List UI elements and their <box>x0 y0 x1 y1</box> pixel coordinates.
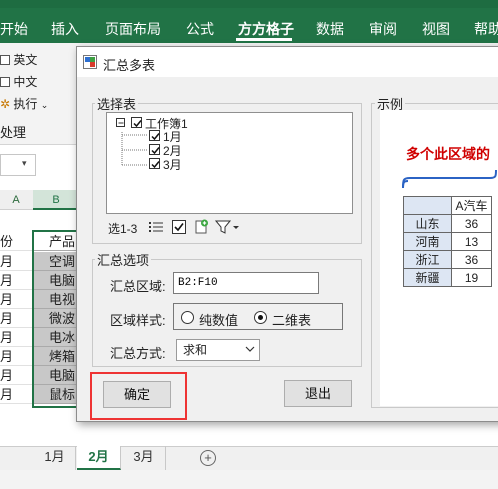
collapse-icon[interactable] <box>116 118 125 127</box>
sheet-tab-3[interactable]: 3月 <box>122 446 166 470</box>
cell[interactable]: 月 <box>0 309 32 328</box>
row-label: 新疆 <box>403 268 452 287</box>
cell[interactable]: 月 <box>0 252 32 271</box>
tab-data[interactable]: 数据 <box>316 19 344 39</box>
method-label: 汇总方式: <box>110 346 166 361</box>
cell[interactable]: 月 <box>0 347 32 366</box>
selection-count: 选1-3 <box>108 222 138 236</box>
table-row: 河南 13 <box>403 232 492 251</box>
cell[interactable]: 月 <box>0 290 32 309</box>
chinese-option[interactable]: 中文 <box>0 73 37 90</box>
filter-icon[interactable] <box>214 219 241 235</box>
table-header: A汽车 <box>451 196 492 215</box>
style-label: 区域样式: <box>110 313 166 328</box>
chevron-down-icon: ⌄ <box>40 100 49 110</box>
table-cell <box>403 196 452 215</box>
select-table-label: 选择表 <box>95 94 139 113</box>
table-row: 新疆 19 <box>403 268 492 287</box>
cell[interactable]: 月 <box>0 271 32 290</box>
preview-table: A汽车 山东 36 河南 13 浙江 36 新疆 19 <box>403 196 492 287</box>
chevron-down-icon[interactable]: ▾ <box>22 158 27 169</box>
table-cell: 19 <box>451 268 492 287</box>
radio-pure-values[interactable] <box>181 311 194 324</box>
tree-item-label[interactable]: 3月 <box>163 156 182 173</box>
app-icon <box>83 55 97 69</box>
table-cell: 13 <box>451 232 492 251</box>
sheet-tab-1[interactable]: 1月 <box>34 446 76 470</box>
highlight-box <box>90 372 187 420</box>
table-cell: 36 <box>451 250 492 269</box>
tab-page-layout[interactable]: 页面布局 <box>105 19 161 39</box>
row-label: 山东 <box>403 214 452 233</box>
row-label: 浙江 <box>403 250 452 269</box>
summary-options-label: 汇总选项 <box>95 250 152 269</box>
checkbox-icon <box>0 55 10 65</box>
title-bar <box>0 0 498 8</box>
row-label: 河南 <box>403 232 452 251</box>
cell[interactable]: 月 <box>0 366 32 385</box>
checkbox-checked-icon[interactable] <box>149 130 160 141</box>
cell[interactable]: 月 <box>0 328 32 347</box>
cell[interactable]: 份 <box>0 232 32 251</box>
radio-2d-table-label[interactable]: 二维表 <box>272 310 311 329</box>
sheet-tab-2[interactable]: 2月 <box>77 446 121 470</box>
radio-2d-table[interactable] <box>254 311 267 324</box>
table-row: 山东 36 <box>403 214 492 233</box>
preview-caption: 多个此区域的 <box>406 146 490 162</box>
sheet-tree[interactable]: 工作簿1 1月 2月 3月 <box>106 112 353 214</box>
column-header-b[interactable]: B <box>33 190 79 210</box>
exit-button[interactable]: 退出 <box>284 380 352 407</box>
name-box[interactable] <box>0 154 36 176</box>
checkbox-icon <box>0 77 10 87</box>
status-bar <box>0 470 498 489</box>
ribbon-group-label: 处理 <box>0 125 27 140</box>
radio-pure-values-label[interactable]: 纯数值 <box>199 310 238 329</box>
range-label: 汇总区域: <box>110 279 166 294</box>
tab-review[interactable]: 审阅 <box>369 19 397 39</box>
checkbox-checked-icon[interactable] <box>149 158 160 169</box>
add-sheet-refresh-icon[interactable] <box>193 219 209 235</box>
execute-icon: ✲ <box>0 97 11 111</box>
tab-fangfang[interactable]: 方方格子 <box>238 19 294 39</box>
list-icon[interactable] <box>148 219 164 235</box>
tab-formulas[interactable]: 公式 <box>186 19 214 39</box>
tab-help[interactable]: 帮助 <box>474 19 498 39</box>
tab-home[interactable]: 开始 <box>0 19 28 39</box>
selection-border <box>32 230 80 408</box>
range-input[interactable] <box>173 272 319 294</box>
tab-insert[interactable]: 插入 <box>51 19 79 39</box>
dialog-title: 汇总多表 <box>103 58 156 73</box>
add-sheet-icon[interactable]: + <box>200 450 216 466</box>
brace-icon <box>402 169 497 189</box>
chevron-down-icon[interactable] <box>244 343 256 355</box>
tab-view[interactable]: 视图 <box>422 19 450 39</box>
column-header-a[interactable]: A <box>0 190 32 210</box>
checkbox-checked-icon[interactable] <box>149 144 160 155</box>
table-cell: 36 <box>451 214 492 233</box>
cell[interactable]: 月 <box>0 385 32 404</box>
select-all-checkbox-icon[interactable] <box>171 219 187 235</box>
table-row: 浙江 36 <box>403 250 492 269</box>
execute-button[interactable]: ✲ 执行 ⌄ <box>0 95 48 112</box>
active-tab-underline <box>236 38 292 41</box>
english-option[interactable]: 英文 <box>0 51 37 68</box>
checkbox-checked-icon[interactable] <box>131 117 142 128</box>
